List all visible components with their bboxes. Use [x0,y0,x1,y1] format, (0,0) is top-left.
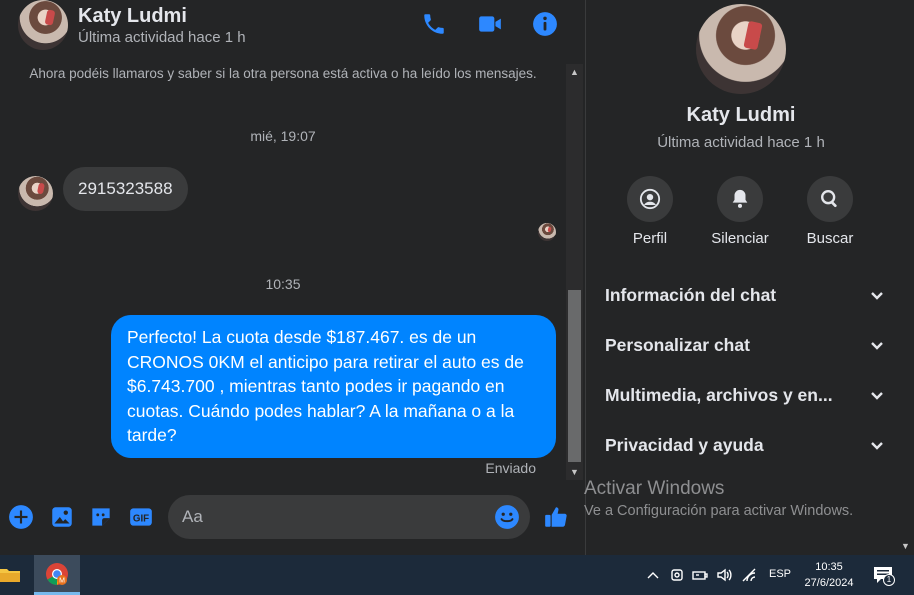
clock-time: 10:35 [815,561,843,573]
scrollbar-thumb[interactable] [568,290,581,462]
section-privacy-help[interactable]: Privacidad y ayuda [605,425,885,465]
svg-text:M: M [59,577,65,584]
volume-icon[interactable] [716,567,732,583]
info-scrollbar[interactable]: ▼ [897,0,914,555]
section-label: Personalizar chat [605,334,750,355]
profile-status: Última actividad hace 1 h [657,134,825,151]
profile-button[interactable]: Perfil [605,176,695,247]
profile-label: Perfil [632,230,668,247]
contact-name[interactable]: Katy Ludmi [78,5,187,28]
section-customize-chat[interactable]: Personalizar chat [605,325,885,365]
video-call-icon[interactable] [476,10,504,38]
bell-icon [717,176,763,222]
chevron-down-icon [871,442,883,450]
mute-button[interactable]: Silenciar [695,176,785,247]
section-chat-info[interactable]: Información del chat [605,275,885,315]
seen-indicator-avatar [538,223,556,241]
windows-activation-title: Activar Windows [584,478,725,499]
like-thumb-icon[interactable] [542,503,570,531]
windows-taskbar: M ESP 10:35 27/6/2024 1 [0,555,914,595]
clock-date: 27/6/2024 [804,577,854,589]
chat-info-pane: Katy Ludmi Última actividad hace 1 h Per… [584,0,914,555]
chrome-icon: M [46,562,68,585]
message-input[interactable] [168,495,530,539]
contact-avatar[interactable] [18,0,68,50]
timestamp: 10:35 [265,276,301,292]
mute-label: Silenciar [711,230,769,247]
meet-now-icon[interactable] [669,567,685,583]
info-icon[interactable] [531,10,559,38]
battery-icon[interactable] [692,567,708,583]
profile-avatar[interactable] [696,4,786,94]
outgoing-message-bubble[interactable]: Perfecto! La cuota desde $187.467. es de… [111,315,556,458]
timestamp: mié, 19:07 [250,128,316,144]
search-label: Buscar [806,230,854,247]
chevron-down-icon [871,342,883,350]
plus-icon[interactable] [7,503,35,531]
section-label: Información del chat [605,284,777,305]
windows-activation-subtitle: Ve a Configuración para activar Windows. [584,503,854,519]
input-language[interactable]: ESP [769,568,791,580]
section-label: Multimedia, archivos y en... [605,384,833,405]
chevron-up-icon[interactable] [645,567,661,583]
scroll-up-arrow-icon[interactable]: ▲ [566,64,583,80]
sender-avatar [18,176,53,211]
chat-header: Katy Ludmi Última actividad hace 1 h [0,0,586,52]
svg-text:GIF: GIF [133,513,149,524]
chevron-down-icon [871,292,883,300]
search-button[interactable]: Buscar [785,176,875,247]
delivery-status: Enviado [485,460,536,476]
chat-pane: Katy Ludmi Última actividad hace 1 h Aho… [0,0,586,555]
emoji-icon[interactable] [494,504,520,530]
scroll-down-arrow-icon[interactable]: ▼ [897,541,914,553]
contact-status: Última actividad hace 1 h [78,29,246,46]
gallery-icon[interactable] [48,503,76,531]
wifi-icon[interactable] [741,567,757,583]
message-scrollbar[interactable]: ▲ ▼ [566,64,583,480]
section-media-files[interactable]: Multimedia, archivos y en... [605,375,885,415]
incoming-message-bubble[interactable]: 2915323588 [63,167,188,211]
search-icon [807,176,853,222]
scroll-down-arrow-icon[interactable]: ▼ [566,464,583,480]
system-note: Ahora podéis llamaros y saber si la otra… [29,66,537,81]
message-list[interactable]: Ahora podéis llamaros y saber si la otra… [0,60,566,480]
file-explorer-icon[interactable] [0,565,20,585]
gif-icon[interactable]: GIF [127,503,155,531]
profile-name: Katy Ludmi [686,104,796,126]
notification-count-badge: 1 [883,574,895,586]
system-clock[interactable]: 10:35 27/6/2024 [800,559,858,591]
chevron-down-icon [871,392,883,400]
chrome-taskbar-button[interactable]: M [34,555,80,595]
sticker-icon[interactable] [87,503,115,531]
app-root: Katy Ludmi Última actividad hace 1 h Aho… [0,0,914,595]
profile-icon [627,176,673,222]
section-label: Privacidad y ayuda [605,434,764,455]
phone-call-icon[interactable] [420,10,448,38]
composer: GIF [0,493,586,543]
